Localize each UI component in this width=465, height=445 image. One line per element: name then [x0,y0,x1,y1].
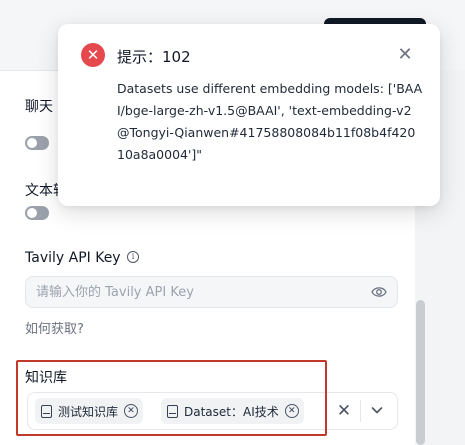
tavily-label: Tavily API Key [25,250,121,266]
remove-tag-icon[interactable]: ✕ [284,404,299,418]
book-icon [167,404,178,418]
select-divider [360,400,361,422]
notification-title: 提示：102 [117,48,191,66]
book-icon [41,404,52,418]
knowledge-base-label: 知识库 [25,370,67,386]
scrollbar-thumb[interactable] [416,300,425,445]
error-notification: ✕ 提示：102 ✕ Datasets use different embedd… [58,24,440,206]
chat-setting-label: 聊天 [25,99,53,115]
notification-message: Datasets use different embedding models:… [117,81,423,162]
chat-toggle[interactable] [25,136,49,150]
eye-icon[interactable] [371,285,387,299]
kb-tag-label: Dataset：AI技术 [184,404,279,419]
error-icon: ✕ [81,43,105,67]
remove-tag-icon[interactable]: ✕ [124,404,139,418]
close-icon[interactable]: ✕ [395,45,415,65]
kb-tag-label: 测试知识库 [58,404,119,419]
kb-tag-dataset: Dataset：AI技术 ✕ [161,398,304,424]
text-toggle[interactable] [25,206,49,220]
chevron-down-icon[interactable] [369,402,385,418]
clear-selection-icon[interactable]: ✕ [336,401,352,421]
how-to-get-link[interactable]: 如何获取? [25,318,84,337]
kb-tag-test: 测试知识库 ✕ [35,398,144,424]
tavily-api-key-input[interactable] [25,276,398,308]
info-circle-icon[interactable]: i [127,251,139,263]
